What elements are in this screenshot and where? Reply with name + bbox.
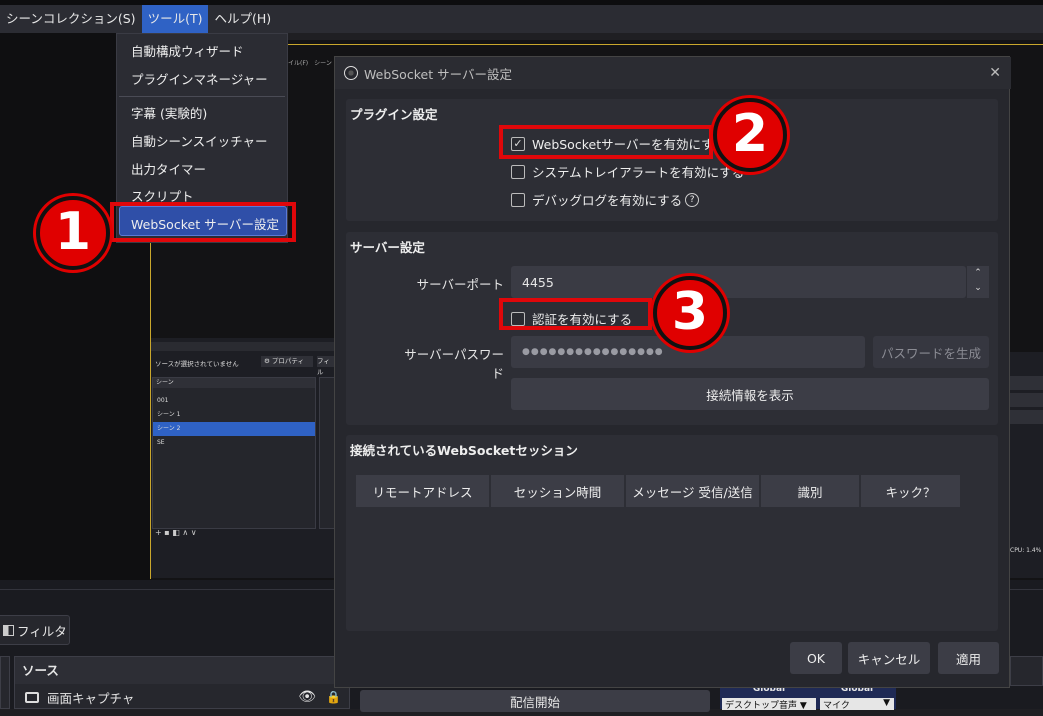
mini-properties-button: ⚙ プロパティ (261, 356, 313, 367)
scenes-dock-edge (0, 656, 10, 709)
mini-obs-preview: ソースが選択されていません ⚙ プロパティ フィル シーン 001 シーン 1 … (151, 338, 336, 578)
chevron-up-icon[interactable]: ⌃ (967, 266, 989, 281)
mini-scenes-header: シーン (153, 378, 315, 388)
mini-scenes-panel: シーン 001 シーン 1 シーン 2 SE (152, 377, 316, 529)
filter-button[interactable]: フィルタ (0, 615, 70, 645)
server-settings-title: サーバー設定 (350, 240, 425, 255)
dialog-title: WebSocket サーバー設定 (364, 66, 512, 82)
checkbox-box (511, 192, 525, 207)
menu-item-plugin-manager[interactable]: プラグインマネージャー (131, 69, 268, 88)
mixer-mic-select[interactable]: マイク ▼ (820, 698, 894, 711)
source-item-label: 画面キャプチャ (47, 690, 135, 706)
debug-log-label: デバッグログを有効にする (532, 193, 683, 208)
show-connect-info-button[interactable]: 接続情報を表示 (511, 378, 989, 410)
server-port-label: サーバーポート (416, 277, 504, 292)
menu-help[interactable]: ヘルプ(H) (208, 5, 277, 33)
help-icon[interactable]: ? (685, 192, 700, 207)
col-identified[interactable]: 識別 (761, 475, 859, 507)
step-marker-1: 1 (36, 196, 110, 270)
col-messages[interactable]: メッセージ 受信/送信 (626, 475, 759, 507)
lock-icon[interactable]: 🔒 (326, 690, 341, 704)
tray-alert-label: システムトレイアラートを有効にする (532, 165, 745, 180)
menu-item-output-timer[interactable]: 出力タイマー (131, 159, 206, 178)
server-port-input[interactable]: 4455 (511, 266, 966, 298)
col-session-duration[interactable]: セッション時間 (491, 475, 624, 507)
monitor-icon (25, 691, 39, 703)
highlight-box-3 (499, 298, 652, 330)
websocket-settings-dialog: WebSocket サーバー設定 ✕ プラグイン設定 ✓ WebSocketサー… (334, 56, 1011, 688)
preview-menu-fragment: イル(F) シーン (288, 60, 332, 67)
sessions-group: 接続されているWebSocketセッション リモートアドレス セッション時間 メ… (346, 435, 998, 631)
sources-dock-header: ソース (15, 657, 349, 684)
server-password-label: サーバーパスワード (404, 347, 504, 381)
menu-tools[interactable]: ツール(T) (141, 5, 209, 33)
plugin-settings-title: プラグイン設定 (350, 107, 438, 122)
checkbox-box (511, 164, 525, 179)
apply-button[interactable]: 適用 (938, 642, 999, 674)
menu-item-auto-config[interactable]: 自動構成ウィザード (131, 41, 244, 60)
mini-scene-item: シーン 1 (157, 411, 181, 418)
sources-dock: ソース 画面キャプチャ 👁 🔒 (14, 656, 350, 709)
cpu-status: CPU: 1.4% (1010, 547, 1042, 554)
right-panel-fragment: CPU: 1.4% (1010, 352, 1043, 578)
plugin-settings-group: プラグイン設定 ✓ WebSocketサーバーを有効にする システムトレイアラー… (346, 99, 998, 221)
filter-button-label: フィルタ (17, 623, 67, 639)
dialog-titlebar: WebSocket サーバー設定 ✕ (335, 57, 1011, 89)
right-dock-edge (1010, 656, 1043, 686)
port-spinner[interactable]: ⌃ ⌄ (966, 266, 989, 298)
step-marker-3: 3 (653, 276, 727, 350)
menu-item-captions[interactable]: 字幕 (実験的) (131, 103, 207, 122)
highlight-box-1 (110, 202, 296, 242)
menu-item-scene-switcher[interactable]: 自動シーンスイッチャー (131, 131, 268, 150)
eye-icon[interactable]: 👁 (298, 689, 316, 705)
mini-scene-controls: + ▪ ◧ ∧ ∨ (155, 528, 197, 537)
mixer-mic-label: マイク (823, 701, 850, 711)
menu-bar: シーンコレクション(S) ツール(T) ヘルプ(H) (0, 5, 1043, 33)
sessions-title: 接続されているWebSocketセッション (350, 443, 578, 458)
highlight-box-2 (499, 125, 713, 159)
chevron-down-icon[interactable]: ⌄ (967, 281, 989, 296)
source-item[interactable]: 画面キャプチャ 👁 🔒 (15, 684, 349, 710)
mini-scene-item: SE (157, 439, 165, 446)
mini-properties-label: プロパティ (271, 357, 305, 365)
filter-icon (3, 624, 14, 636)
mixer-desktop-select[interactable]: デスクトップ音声 ▼ (722, 698, 816, 710)
menu-separator (119, 96, 285, 97)
col-kick[interactable]: キック？ (861, 475, 960, 507)
obs-logo-icon (344, 66, 358, 80)
cancel-button[interactable]: キャンセル (848, 642, 930, 674)
menu-scene-collection[interactable]: シーンコレクション(S) (0, 5, 142, 33)
mini-no-source: ソースが選択されていません (155, 360, 239, 368)
mini-toolbar (151, 342, 336, 351)
generate-password-button[interactable]: パスワードを生成 (873, 336, 989, 368)
tray-alert-checkbox[interactable]: システムトレイアラートを有効にする (511, 162, 744, 181)
debug-log-checkbox[interactable]: デバッグログを有効にする ? (511, 190, 700, 209)
mini-scene-item: 001 (157, 397, 169, 404)
col-remote-address[interactable]: リモートアドレス (356, 475, 489, 507)
mini-scene-item-selected: シーン 2 (153, 422, 315, 436)
step-marker-2: 2 (713, 98, 787, 172)
ok-button[interactable]: OK (790, 642, 842, 674)
close-icon[interactable]: ✕ (989, 65, 1001, 81)
